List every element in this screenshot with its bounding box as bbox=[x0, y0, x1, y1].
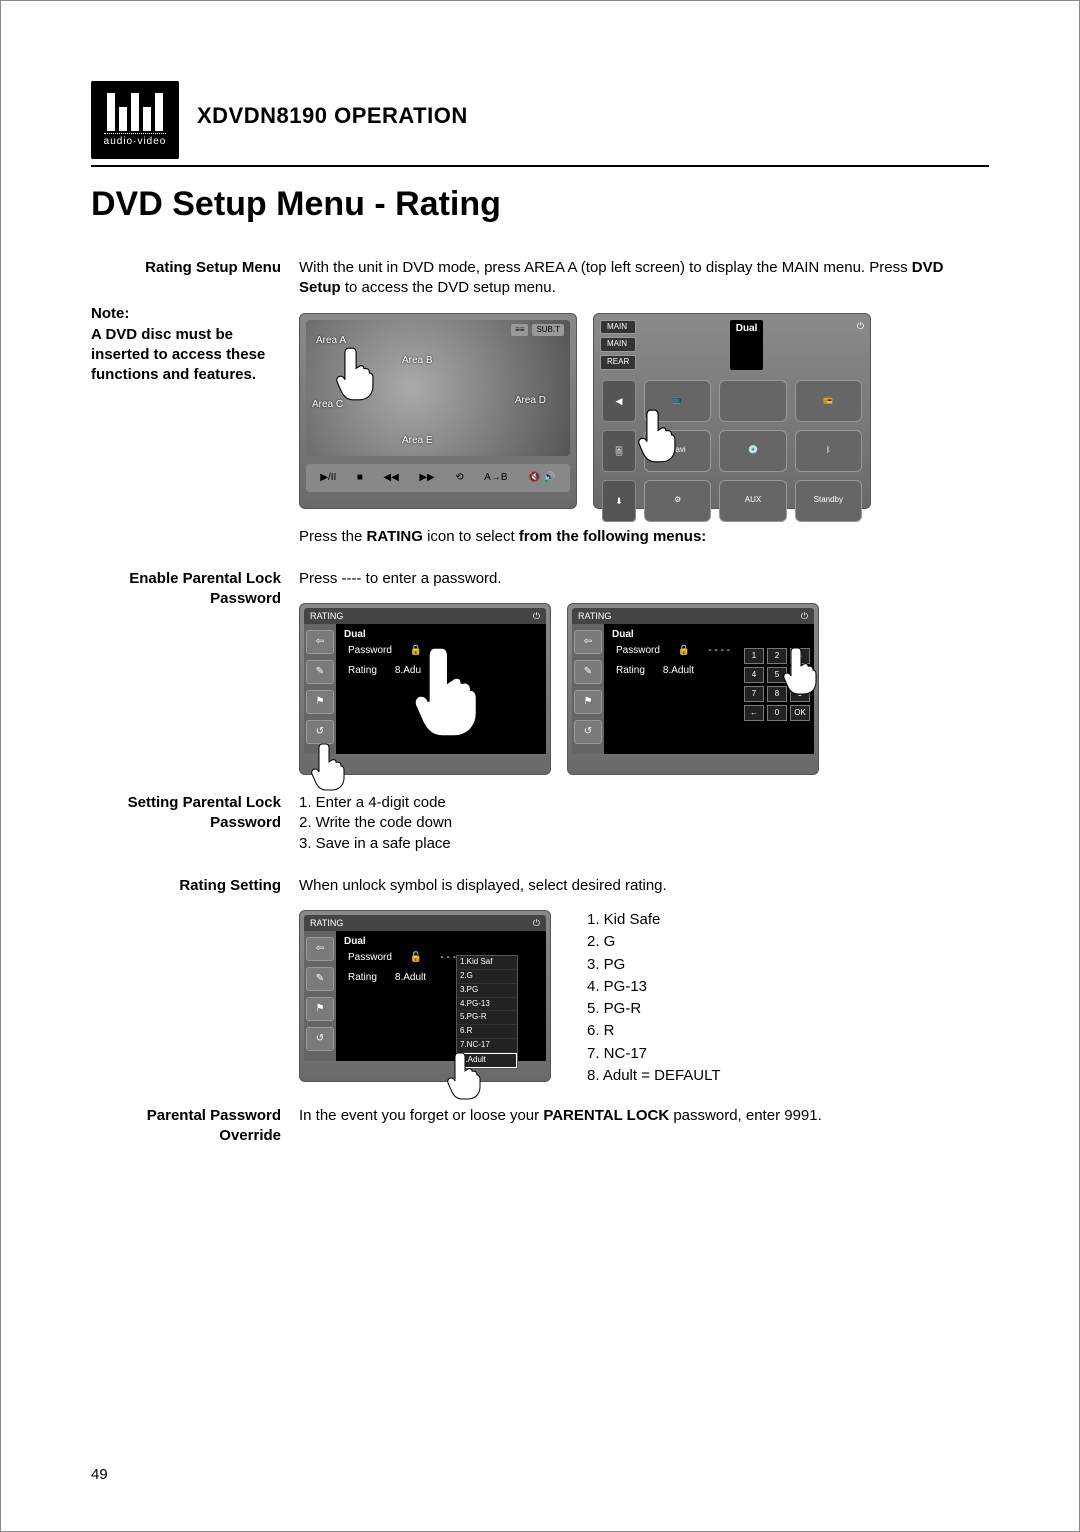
figure-row-3: RATING⏻ ⇦✎⚑↺ Dual Password 🔓 - - - - Rat… bbox=[299, 910, 989, 1088]
page-header: XDVDN8190 OPERATION bbox=[197, 103, 468, 159]
label-rating-setting: Rating Setting bbox=[91, 876, 281, 1106]
pointing-hand-icon bbox=[308, 742, 348, 792]
label-override: Parental Password Override bbox=[91, 1106, 281, 1147]
step-3: 3. Save in a safe place bbox=[299, 834, 989, 854]
pointing-hand-icon bbox=[780, 646, 820, 696]
subt-icon: ≡≡ bbox=[511, 324, 528, 337]
pointing-hand-icon bbox=[406, 644, 486, 740]
model-number: XDVDN8190 bbox=[197, 103, 327, 128]
figure-row-2: RATING⏻ ⇦✎⚑↺ Dual Password 🔒 Rating8.Adu bbox=[299, 603, 989, 775]
note-body: A DVD disc must be inserted to access th… bbox=[91, 325, 281, 386]
pointing-hand-icon bbox=[444, 1051, 484, 1101]
header-word: OPERATION bbox=[334, 103, 468, 128]
screenshot-main-menu: MAIN MAIN REAR Dual ⏻ ◀ 📺 🎵 📻 🎚 Navi bbox=[593, 313, 871, 509]
press-rating-text: Press the RATING icon to select from the… bbox=[299, 527, 989, 547]
pointing-hand-icon bbox=[332, 346, 378, 402]
subt-label: SUB.T bbox=[532, 324, 564, 337]
menu-icon: 🎵 bbox=[719, 380, 786, 422]
step-2: 2. Write the code down bbox=[299, 813, 989, 833]
menu-icon: 💿 bbox=[719, 430, 786, 472]
lock-icon: 🔒 bbox=[678, 644, 690, 658]
label-enable-lock: Enable Parental Lock Password bbox=[91, 569, 281, 793]
pointing-hand-icon bbox=[634, 408, 680, 464]
screenshot-rating-keypad: RATING⏻ ⇦✎⚑↺ Dual Password 🔒 - - - - Rat… bbox=[567, 603, 819, 775]
menu-icon: ⚙ bbox=[644, 480, 711, 522]
menu-icon: AUX bbox=[719, 480, 786, 522]
label-setting-lock: Setting Parental Lock Password bbox=[91, 793, 281, 854]
unlock-icon: 🔓 bbox=[410, 951, 422, 965]
menu-icon: 📻 bbox=[795, 380, 862, 422]
override-text: In the event you forget or loose your PA… bbox=[299, 1106, 989, 1147]
enter-password-text: Press ---- to enter a password. bbox=[299, 569, 989, 589]
unlock-text: When unlock symbol is displayed, select … bbox=[299, 876, 989, 896]
transport-bar: ▶/II ■ ◀◀ ▶▶ ⟲ A→B 🔇 🔊 bbox=[306, 464, 570, 492]
label-rating-setup: Rating Setup Menu bbox=[91, 258, 281, 278]
standby-icon: Standby bbox=[795, 480, 862, 522]
brand-sub: audio·video bbox=[104, 133, 167, 147]
intro-text: With the unit in DVD mode, press AREA A … bbox=[299, 258, 989, 547]
figure-row-1: ≡≡ SUB.T Area A Area B Area C Area D Are… bbox=[299, 313, 989, 509]
note-block: Note: A DVD disc must be inserted to acc… bbox=[91, 304, 281, 385]
screenshot-rating-dropdown: RATING⏻ ⇦✎⚑↺ Dual Password 🔓 - - - - Rat… bbox=[299, 910, 551, 1082]
bluetooth-icon: ᛒ bbox=[795, 430, 862, 472]
power-icon: ⏻ bbox=[857, 320, 864, 370]
rating-list: 1. Kid Safe 2. G 3. PG 4. PG-13 5. PG-R … bbox=[567, 910, 721, 1088]
page-number: 49 bbox=[91, 1466, 108, 1483]
screenshot-rating-password: RATING⏻ ⇦✎⚑↺ Dual Password 🔒 Rating8.Adu bbox=[299, 603, 551, 775]
step-1: 1. Enter a 4-digit code bbox=[299, 793, 989, 813]
section-heading: DVD Setup Menu - Rating bbox=[91, 185, 989, 224]
screenshot-dvd-areas: ≡≡ SUB.T Area A Area B Area C Area D Are… bbox=[299, 313, 577, 509]
header-rule bbox=[91, 165, 989, 167]
note-heading: Note: bbox=[91, 304, 281, 324]
brand-logo: audio·video bbox=[91, 81, 179, 159]
